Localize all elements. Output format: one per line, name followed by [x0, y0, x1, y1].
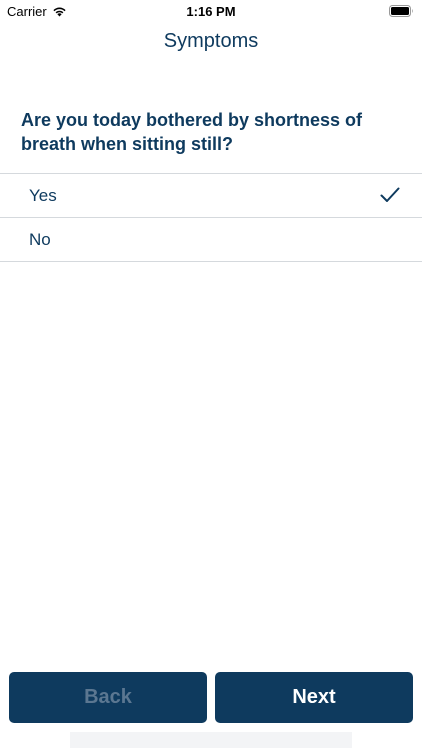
battery-icon — [389, 5, 413, 17]
question-text: Are you today bothered by shortness of b… — [21, 110, 363, 154]
status-time: 1:16 PM — [186, 4, 236, 19]
option-label: Yes — [29, 185, 57, 205]
footer: Back Next — [0, 672, 422, 750]
back-button[interactable]: Back — [9, 672, 207, 723]
status-bar: Carrier 1:16 PM — [0, 0, 422, 22]
checkmark-icon — [380, 187, 400, 202]
option-label: No — [29, 229, 51, 249]
option-yes[interactable]: Yes — [0, 174, 422, 218]
screen: Carrier 1:16 PM Symptoms Are you today b… — [0, 0, 422, 750]
page-title: Symptoms — [163, 30, 259, 52]
next-button[interactable]: Next — [215, 672, 413, 723]
options-list: Yes No — [0, 173, 422, 262]
option-no[interactable]: No — [0, 218, 422, 262]
home-indicator-area — [70, 732, 352, 748]
